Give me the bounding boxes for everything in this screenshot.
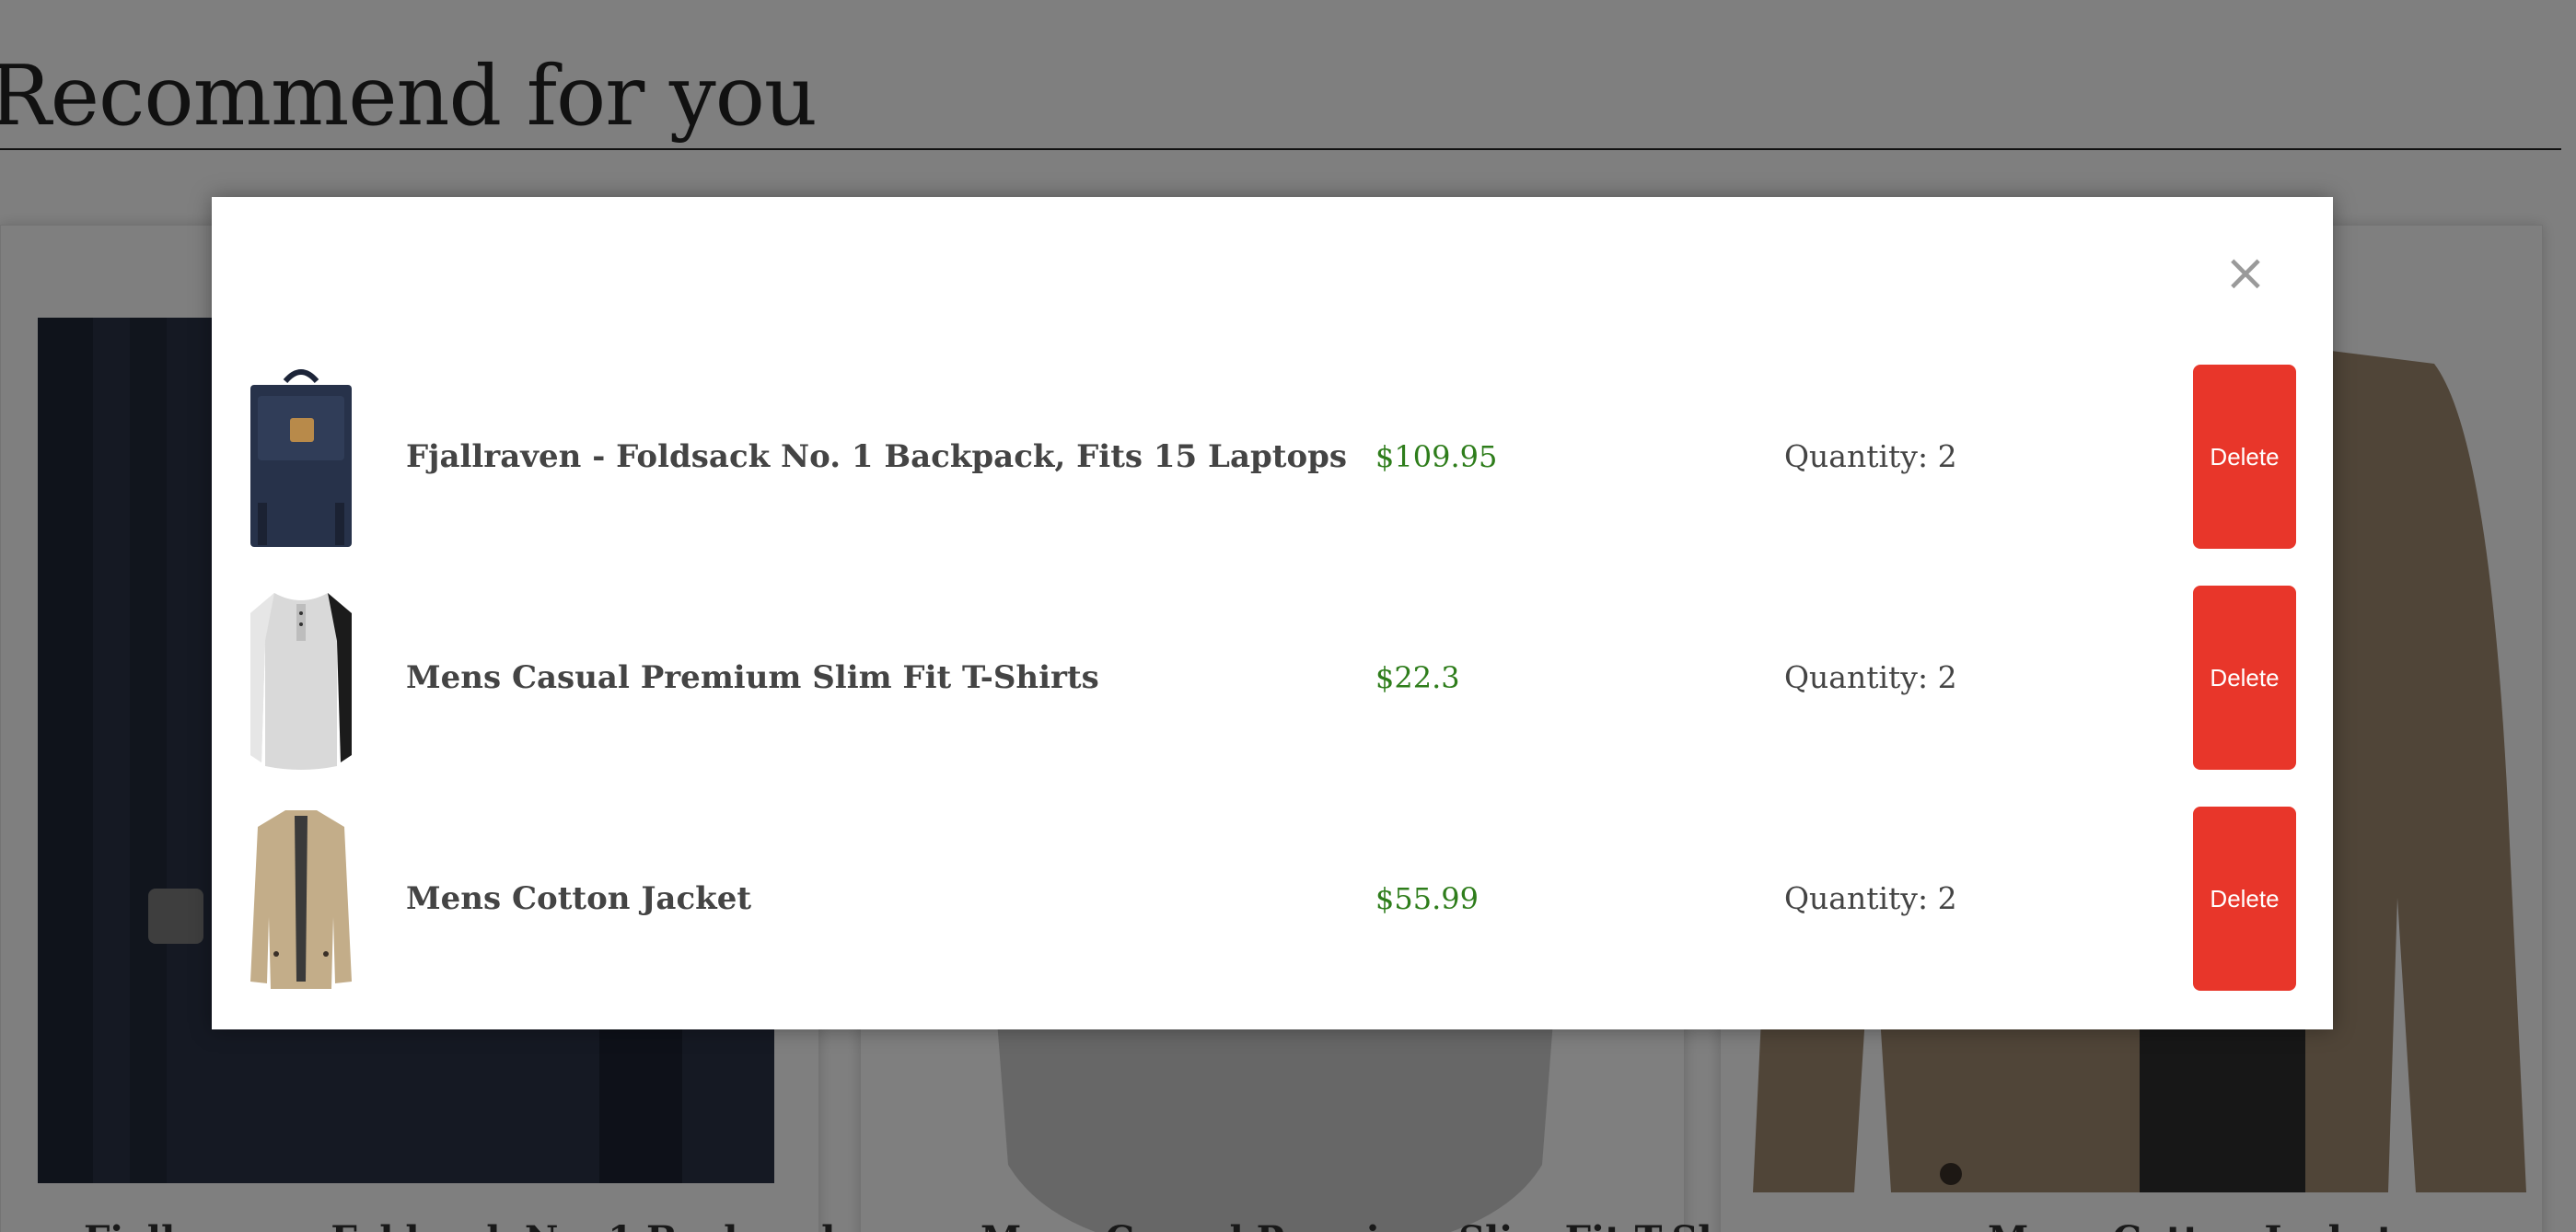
item-quantity: Quantity: 2: [1784, 880, 1957, 916]
item-price: $109.95: [1375, 439, 1498, 474]
item-price: $55.99: [1375, 881, 1479, 916]
delete-button[interactable]: Delete: [2193, 807, 2296, 991]
page: Recommend for you Fjallraven - Foldsack …: [0, 0, 2576, 1232]
item-price: $22.3: [1375, 660, 1460, 695]
delete-button[interactable]: Delete: [2193, 365, 2296, 549]
close-icon[interactable]: ×: [2222, 248, 2269, 299]
backpack-thumbnail-icon: [250, 369, 352, 547]
cart-item-row: Fjallraven - Foldsack No. 1 Backpack, Fi…: [212, 365, 2333, 549]
tshirt-thumbnail-icon: [250, 593, 352, 770]
cart-item-row: Mens Casual Premium Slim Fit T-Shirts $2…: [212, 586, 2333, 770]
jacket-thumbnail-icon: [250, 810, 352, 989]
item-name: Fjallraven - Foldsack No. 1 Backpack, Fi…: [406, 438, 1348, 475]
item-quantity: Quantity: 2: [1784, 438, 1957, 474]
cart-modal: × Fjallraven - Foldsack No. 1 Backpack, …: [212, 197, 2333, 1029]
item-quantity: Quantity: 2: [1784, 659, 1957, 695]
item-name: Mens Cotton Jacket: [406, 880, 752, 917]
delete-button[interactable]: Delete: [2193, 586, 2296, 770]
cart-item-row: Mens Cotton Jacket $55.99 Quantity: 2 De…: [212, 807, 2333, 991]
item-name: Mens Casual Premium Slim Fit T-Shirts: [406, 659, 1099, 696]
